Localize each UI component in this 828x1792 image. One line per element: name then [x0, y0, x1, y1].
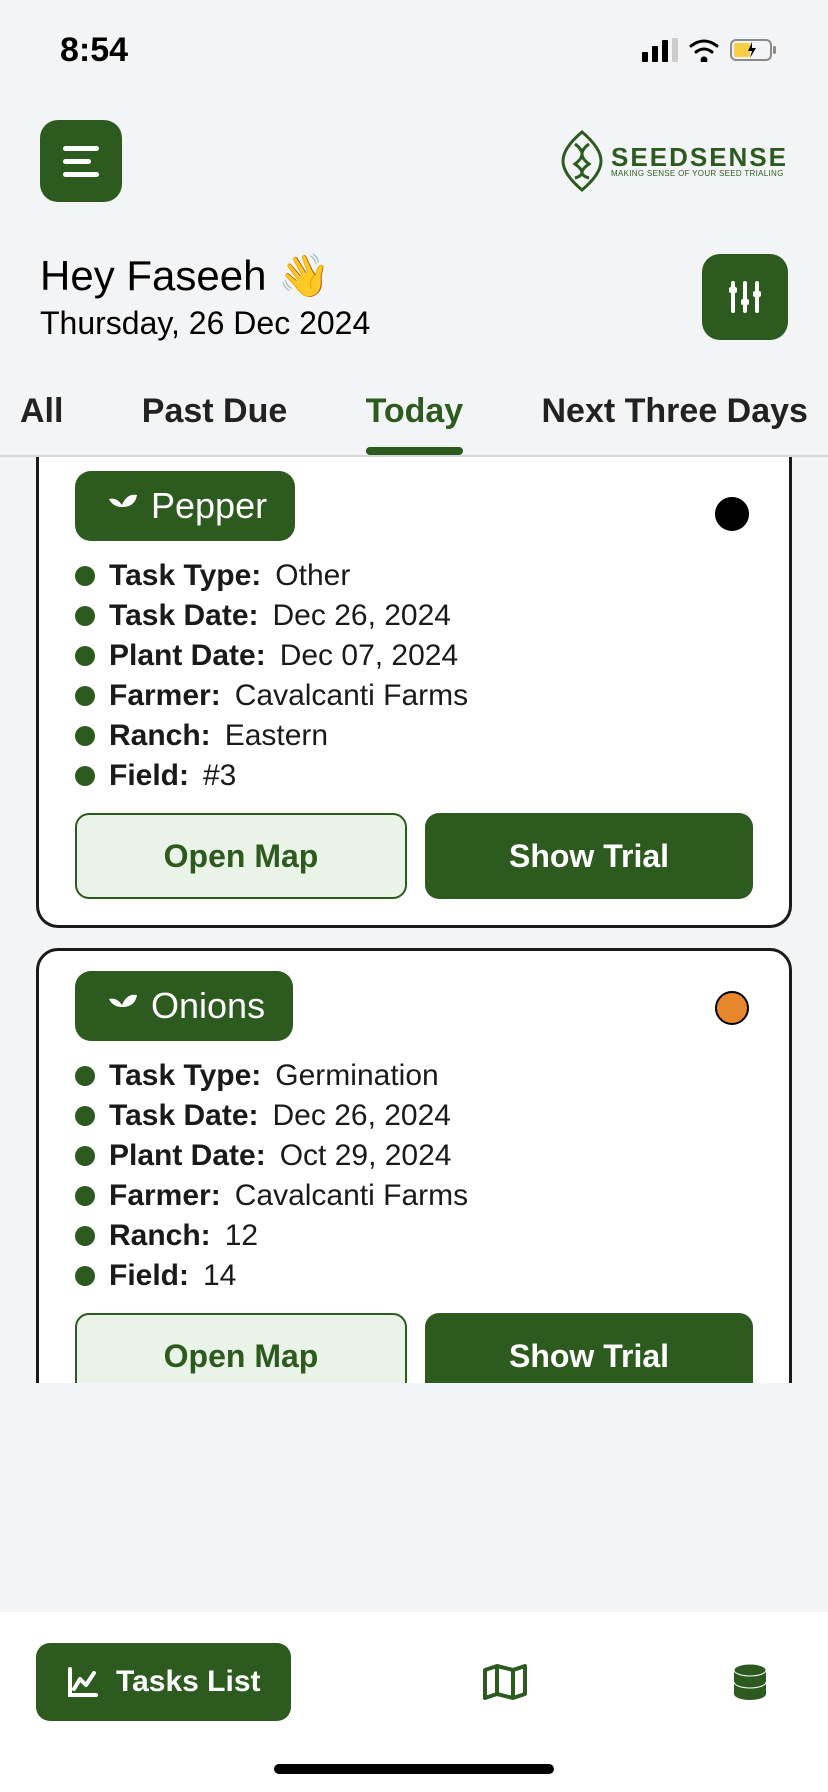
open-map-button[interactable]: Open Map — [75, 813, 407, 899]
detail-task-date: Task Date: Dec 26, 2024 — [75, 599, 753, 633]
open-map-button[interactable]: Open Map — [75, 1313, 407, 1383]
seedsense-logo-icon — [561, 130, 603, 192]
greeting-row: Hey Faseeh 👋 Thursday, 26 Dec 2024 — [0, 222, 828, 362]
database-icon — [730, 1662, 770, 1702]
tab-next-three-days[interactable]: Next Three Days — [542, 382, 808, 455]
show-trial-button[interactable]: Show Trial — [425, 813, 753, 899]
bottom-nav: Tasks List — [0, 1612, 828, 1792]
crop-tag: Onions — [75, 971, 293, 1041]
detail-field: Field: 14 — [75, 1259, 753, 1293]
home-indicator[interactable] — [274, 1764, 554, 1774]
detail-ranch: Ranch: 12 — [75, 1219, 753, 1253]
detail-plant-date: Plant Date: Oct 29, 2024 — [75, 1139, 753, 1173]
status-dot — [715, 497, 749, 531]
nav-tasks-list-label: Tasks List — [116, 1665, 261, 1699]
brand-logo: SEEDSENSE MAKING SENSE OF YOUR SEED TRIA… — [561, 130, 788, 192]
map-icon — [481, 1662, 529, 1702]
wifi-icon — [688, 38, 720, 62]
detail-farmer: Farmer: Cavalcanti Farms — [75, 679, 753, 713]
status-bar: 8:54 — [0, 0, 828, 90]
detail-task-date: Task Date: Dec 26, 2024 — [75, 1099, 753, 1133]
crop-tag: Pepper — [75, 471, 295, 541]
sprout-icon — [103, 987, 141, 1025]
detail-task-type: Task Type: Germination — [75, 1059, 753, 1093]
tab-all[interactable]: All — [20, 382, 63, 455]
detail-plant-date: Plant Date: Dec 07, 2024 — [75, 639, 753, 673]
detail-ranch: Ranch: Eastern — [75, 719, 753, 753]
crop-name: Pepper — [151, 485, 267, 527]
nav-database[interactable] — [720, 1652, 780, 1712]
greeting-date: Thursday, 26 Dec 2024 — [40, 305, 370, 342]
detail-task-type: Task Type: Other — [75, 559, 753, 593]
show-trial-button[interactable]: Show Trial — [425, 1313, 753, 1383]
battery-icon — [730, 38, 778, 62]
greeting-text: Hey Faseeh 👋 — [40, 252, 370, 301]
menu-button[interactable] — [40, 120, 122, 202]
sprout-icon — [103, 487, 141, 525]
detail-farmer: Farmer: Cavalcanti Farms — [75, 1179, 753, 1213]
tab-past-due[interactable]: Past Due — [142, 382, 288, 455]
task-card: Pepper Task Type: Other Task Date: Dec 2… — [36, 457, 792, 928]
signal-icon — [642, 38, 678, 62]
brand-subtitle: MAKING SENSE OF YOUR SEED TRIALING — [611, 170, 788, 178]
tabs: All Past Due Today Next Three Days — [0, 362, 828, 457]
brand-title: SEEDSENSE — [611, 144, 788, 170]
status-icons — [642, 38, 778, 62]
tab-today[interactable]: Today — [366, 382, 464, 455]
chart-line-icon — [66, 1665, 100, 1699]
crop-name: Onions — [151, 985, 265, 1027]
app-header: SEEDSENSE MAKING SENSE OF YOUR SEED TRIA… — [0, 90, 828, 222]
task-card: Onions Task Type: Germination Task Date:… — [36, 948, 792, 1383]
status-dot — [715, 991, 749, 1025]
task-list-scroll[interactable]: Pepper Task Type: Other Task Date: Dec 2… — [0, 457, 828, 1383]
status-time: 8:54 — [60, 31, 128, 70]
sliders-icon — [725, 277, 765, 317]
nav-tasks-list[interactable]: Tasks List — [36, 1643, 291, 1721]
nav-map[interactable] — [475, 1652, 535, 1712]
detail-field: Field: #3 — [75, 759, 753, 793]
filter-button[interactable] — [702, 254, 788, 340]
